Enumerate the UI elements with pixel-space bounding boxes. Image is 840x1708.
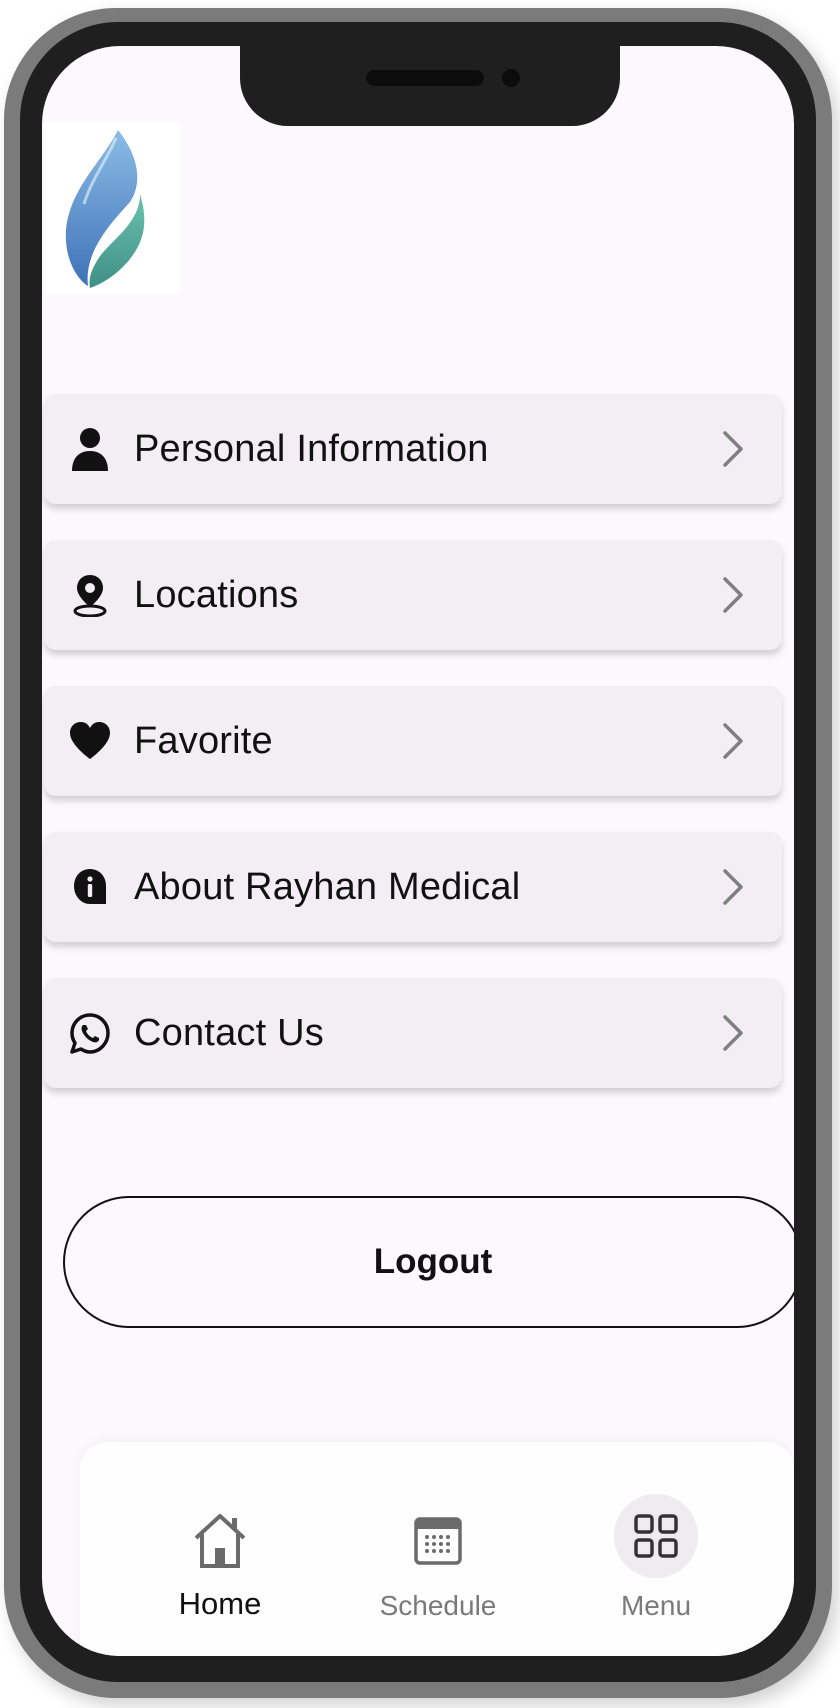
drop-leaf-logo-icon — [65, 130, 145, 288]
menu-item-label: Personal Information — [134, 427, 489, 470]
location-pin-icon — [68, 573, 112, 617]
menu-item-label: Favorite — [134, 719, 273, 762]
calendar-icon — [398, 1500, 478, 1580]
home-icon — [180, 1500, 260, 1580]
nav-label: Menu — [620, 1590, 692, 1621]
menu-item-about-rayhan-medical[interactable]: About Rayhan Medical — [44, 832, 782, 942]
speaker-grille — [366, 70, 484, 86]
info-icon — [68, 865, 112, 909]
chevron-right-icon — [720, 867, 746, 907]
menu-item-personal-information[interactable]: Personal Information — [44, 394, 782, 504]
app-screen: Personal Information Locations Favorite … — [42, 46, 794, 1656]
chevron-right-icon — [720, 721, 746, 761]
nav-item-menu[interactable]: Menu — [556, 1442, 756, 1656]
phone-bezel: Personal Information Locations Favorite … — [20, 22, 816, 1682]
chevron-right-icon — [720, 1013, 746, 1053]
grid-icon — [614, 1494, 698, 1578]
menu-item-contact-us[interactable]: Contact Us — [44, 978, 782, 1088]
logout-button[interactable]: Logout — [63, 1196, 794, 1328]
whatsapp-icon — [68, 1011, 112, 1055]
menu-item-favorite[interactable]: Favorite — [44, 686, 782, 796]
menu-item-label: About Rayhan Medical — [134, 865, 521, 908]
bottom-navigation: Home Schedule Menu — [80, 1442, 794, 1656]
person-icon — [68, 427, 112, 471]
nav-item-schedule[interactable]: Schedule — [338, 1442, 538, 1656]
nav-label: Home — [178, 1586, 262, 1621]
chevron-right-icon — [720, 575, 746, 615]
heart-icon — [68, 719, 112, 763]
menu-item-locations[interactable]: Locations — [44, 540, 782, 650]
app-logo — [44, 122, 180, 294]
nav-item-home[interactable]: Home — [120, 1442, 320, 1656]
front-camera — [502, 69, 520, 87]
chevron-right-icon — [720, 429, 746, 469]
menu-item-label: Locations — [134, 573, 299, 616]
menu-item-label: Contact Us — [134, 1011, 324, 1054]
phone-frame: Personal Information Locations Favorite … — [4, 8, 832, 1698]
nav-label: Schedule — [379, 1590, 497, 1621]
device-notch — [240, 46, 620, 126]
